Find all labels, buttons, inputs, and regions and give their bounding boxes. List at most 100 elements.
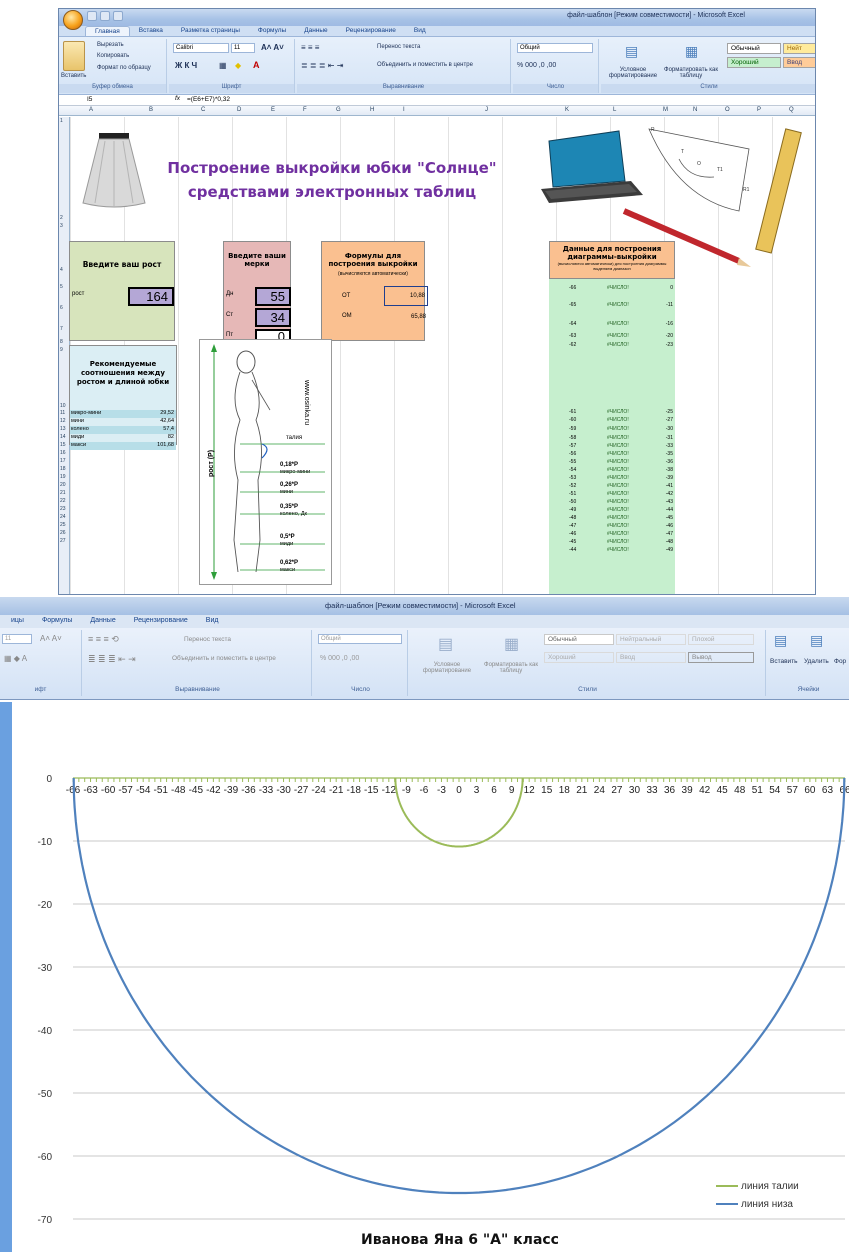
indent-icons-2[interactable]: ≣ ≣ ≣ ⇤ ⇥ (88, 654, 136, 665)
tab-review-2[interactable]: Рецензирование (125, 615, 197, 628)
style-good[interactable]: Хороший (727, 57, 781, 68)
data-waist-cell[interactable]: #ЧИСЛО! (607, 547, 629, 553)
data-waist-cell[interactable]: #ЧИСЛО! (607, 523, 629, 529)
col-h[interactable]: H (370, 107, 374, 113)
borders-fill-icons-2[interactable]: ▦ ◆ A (4, 654, 27, 663)
number-format-icons[interactable]: % 000 ,0 ,00 (517, 62, 556, 69)
col-a[interactable]: A (89, 107, 93, 113)
row-6[interactable]: 6 (60, 305, 63, 311)
data-waist-cell[interactable]: #ЧИСЛО! (607, 435, 629, 441)
insert-cells-button[interactable]: Вставить (770, 658, 798, 665)
row-23[interactable]: 23 (60, 506, 66, 512)
data-x-cell[interactable]: -45 (569, 539, 576, 545)
format-as-table-button-2[interactable]: Форматировать как таблицу (480, 662, 542, 674)
row-15[interactable]: 15 (60, 442, 66, 448)
bold-italic-underline-icons[interactable]: Ж К Ч (175, 61, 197, 70)
data-waist-cell[interactable]: #ЧИСЛО! (607, 443, 629, 449)
row-19[interactable]: 19 (60, 474, 66, 480)
data-waist-cell[interactable]: #ЧИСЛО! (607, 515, 629, 521)
data-hem-cell[interactable]: -45 (659, 515, 673, 521)
col-f[interactable]: F (303, 107, 307, 113)
font-size-select[interactable]: 11 (231, 43, 255, 53)
data-hem-cell[interactable]: -42 (659, 491, 673, 497)
row-26[interactable]: 26 (60, 530, 66, 536)
data-hem-cell[interactable]: -43 (659, 499, 673, 505)
data-waist-cell[interactable]: #ЧИСЛО! (607, 417, 629, 423)
row-16[interactable]: 16 (60, 450, 66, 456)
style-normal[interactable]: Обычный (727, 43, 781, 54)
delete-cells-button[interactable]: Удалить (804, 658, 829, 665)
tab-view[interactable]: Вид (405, 26, 435, 36)
formula-value-om[interactable]: 65,88 (400, 314, 426, 320)
data-hem-cell[interactable]: -38 (659, 467, 673, 473)
format-cells-button[interactable]: Фор (834, 658, 846, 665)
style-neutral-2[interactable]: Нейтральный (616, 634, 686, 645)
data-waist-cell[interactable]: #ЧИСЛО! (607, 333, 629, 339)
style-output-2[interactable]: Вывод (688, 652, 754, 663)
row-12[interactable]: 12 (60, 418, 66, 424)
data-x-cell[interactable]: -60 (569, 417, 576, 423)
data-x-cell[interactable]: -65 (569, 302, 576, 308)
formula-input[interactable]: =(E6+E7)*0,32 (187, 96, 230, 103)
row-14[interactable]: 14 (60, 434, 66, 440)
align-top-icons[interactable]: ≡ ≡ ≡ (301, 43, 319, 52)
data-x-cell[interactable]: -62 (569, 342, 576, 348)
office-button-icon[interactable] (63, 10, 83, 30)
col-p[interactable]: P (757, 107, 761, 113)
paste-button[interactable]: Вставить (61, 73, 86, 79)
row-21[interactable]: 21 (60, 490, 66, 496)
style-input[interactable]: Ввод (783, 57, 815, 68)
row-27[interactable]: 27 (60, 538, 66, 544)
chart-area[interactable]: 0 -10 -20 -30 -40 -50 -60 -70 -66 -63 -60 -57 -54 -5… (0, 702, 849, 1252)
data-hem-cell[interactable]: -20 (659, 333, 673, 339)
number-format-select[interactable]: Общий (517, 43, 593, 53)
align-icons-2[interactable]: ≡ ≡ ≡ ⟲ (88, 634, 119, 645)
data-x-cell[interactable]: -64 (569, 321, 576, 327)
data-x-cell[interactable]: -61 (569, 409, 576, 415)
data-x-cell[interactable]: -46 (569, 531, 576, 537)
data-waist-cell[interactable]: #ЧИСЛО! (607, 491, 629, 497)
worksheet[interactable]: 1 2 3 4 5 6 7 8 9 10 11 12 13 14 15 16 1… (59, 117, 815, 594)
row-8[interactable]: 8 (60, 339, 63, 345)
row-18[interactable]: 18 (60, 466, 66, 472)
data-waist-cell[interactable]: #ЧИСЛО! (607, 467, 629, 473)
format-as-table-button[interactable]: Форматировать как таблицу (663, 67, 719, 79)
data-waist-cell[interactable]: #ЧИСЛО! (607, 451, 629, 457)
data-x-cell[interactable]: -56 (569, 451, 576, 457)
merge-center-button-2[interactable]: Объединить и поместить в центре (172, 655, 276, 662)
data-x-cell[interactable]: -58 (569, 435, 576, 441)
data-hem-cell[interactable]: -27 (659, 417, 673, 423)
style-input-2[interactable]: Ввод (616, 652, 686, 663)
row-10[interactable]: 10 (60, 403, 66, 409)
data-hem-cell[interactable]: -36 (659, 459, 673, 465)
number-format-select-2[interactable]: Общий (318, 634, 402, 644)
tab-view-2[interactable]: Вид (197, 615, 228, 628)
data-waist-cell[interactable]: #ЧИСЛО! (607, 475, 629, 481)
data-x-cell[interactable]: -50 (569, 499, 576, 505)
row-2[interactable]: 2 (60, 215, 63, 221)
row-25[interactable]: 25 (60, 522, 66, 528)
col-b[interactable]: B (149, 107, 153, 113)
col-q[interactable]: Q (789, 107, 794, 113)
data-hem-cell[interactable]: -30 (659, 426, 673, 432)
font-name-select[interactable]: Calibri (173, 43, 229, 53)
style-normal-2[interactable]: Обычный (544, 634, 614, 645)
row-22[interactable]: 22 (60, 498, 66, 504)
row-3[interactable]: 3 (60, 223, 63, 229)
data-x-cell[interactable]: -51 (569, 491, 576, 497)
measure-value-st[interactable]: 34 (255, 308, 291, 327)
row-4[interactable]: 4 (60, 267, 63, 273)
col-n[interactable]: N (693, 107, 697, 113)
font-size-select-2[interactable]: 11 (2, 634, 32, 644)
data-x-cell[interactable]: -44 (569, 547, 576, 553)
format-painter-button[interactable]: Формат по образцу (97, 65, 151, 71)
tab-review[interactable]: Рецензирование (337, 26, 405, 36)
col-e[interactable]: E (271, 107, 275, 113)
grow-font-icon[interactable]: A˄ A˅ (261, 43, 284, 52)
save-icon[interactable] (87, 11, 97, 21)
col-d[interactable]: D (237, 107, 241, 113)
col-j[interactable]: J (485, 107, 488, 113)
conditional-format-button[interactable]: Условное форматирование (603, 67, 663, 79)
copy-button[interactable]: Копировать (97, 53, 129, 59)
redo-icon[interactable] (113, 11, 123, 21)
